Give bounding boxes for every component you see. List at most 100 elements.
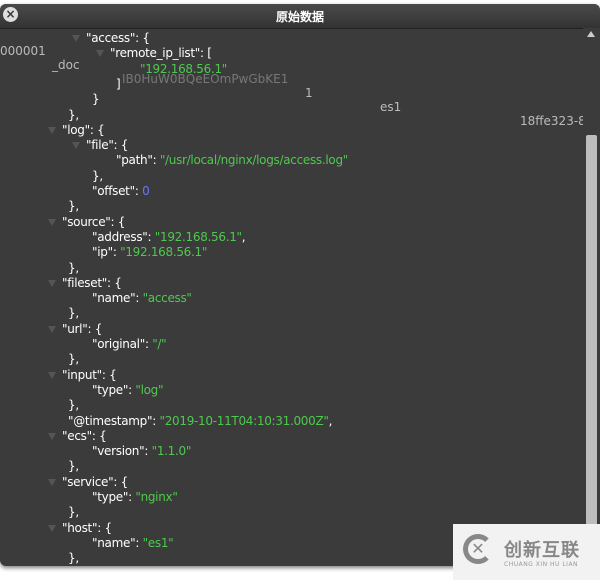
json-line: "@timestamp": "2019-10-11T04:10:31.000Z"… (68, 414, 332, 429)
json-punct: }, (68, 551, 79, 566)
json-punct: : { (113, 474, 128, 489)
json-punct: }, (68, 459, 79, 474)
json-line: } (92, 92, 100, 107)
collapse-arrow-icon[interactable] (48, 524, 56, 532)
json-line: "original": "/" (92, 337, 167, 352)
json-value: "1.1.0" (151, 444, 192, 459)
collapse-arrow-icon[interactable] (72, 35, 80, 42)
json-punct: : { (97, 520, 112, 535)
json-line: "service": { (48, 475, 128, 490)
json-line: "name": "es1" (92, 535, 174, 551)
json-value: "log" (135, 382, 164, 397)
json-line: "address": "192.168.56.1", (92, 229, 246, 245)
watermark-en: CHUANG XIN HU LIAN (504, 561, 579, 568)
logo-icon: ✕ (463, 534, 493, 564)
json-comma: , (328, 413, 333, 428)
json-value: "192.168.56.1" (140, 61, 227, 76)
collapse-arrow-icon[interactable] (48, 478, 56, 486)
json-line: }, (92, 169, 103, 184)
json-key: source (67, 214, 106, 229)
raw-data-dialog: × 原始数据 000001 _doc IB0HuW0BQeEOmPwGbKE1 … (0, 4, 600, 566)
collapse-arrow-icon[interactable] (96, 50, 104, 58)
collapse-arrow-icon[interactable] (72, 142, 80, 150)
json-key: fileset (67, 275, 102, 290)
json-line: "version": "1.1.0" (92, 444, 191, 459)
json-punct: } (92, 92, 100, 107)
json-line: }, (68, 261, 79, 276)
json-punct: }, (68, 505, 79, 520)
json-line: "file": { (72, 138, 128, 153)
json-key: path (121, 153, 148, 168)
json-line: }, (68, 199, 79, 214)
json-key: type (97, 490, 123, 504)
collapse-arrow-icon[interactable] (48, 218, 56, 226)
json-punct: : (152, 153, 160, 168)
json-key: @timestamp (73, 413, 147, 428)
json-value: "es1" (142, 535, 174, 550)
json-punct: }, (92, 168, 103, 183)
json-line: }, (68, 108, 79, 123)
json-value: "2019-10-11T04:10:31.000Z" (159, 413, 329, 428)
json-value: "192.168.56.1" (154, 229, 242, 244)
json-punct: }, (68, 398, 79, 413)
scrollbar[interactable] (583, 28, 600, 566)
collapse-arrow-icon[interactable] (48, 126, 56, 134)
json-line: }, (68, 459, 79, 474)
json-line: "type": "nginx" (92, 490, 178, 505)
collapse-arrow-icon[interactable] (48, 371, 56, 379)
json-line: "offset": 0 (92, 184, 150, 199)
json-punct: ] (116, 76, 121, 91)
json-key: name (97, 291, 131, 306)
json-comma: , (241, 229, 246, 244)
json-viewer: "access": {"remote_ip_list": ["192.168.5… (0, 28, 583, 566)
json-key: version (97, 444, 140, 459)
json-punct: : { (87, 321, 103, 336)
json-key: input (67, 367, 97, 382)
json-value: "/" (152, 337, 167, 351)
json-line: "192.168.56.1" (140, 62, 227, 77)
json-value: "access" (142, 291, 192, 306)
json-line: "type": "log" (92, 383, 163, 398)
collapse-arrow-icon[interactable] (48, 432, 56, 440)
scroll-up-icon[interactable] (587, 31, 595, 37)
json-punct: }, (68, 260, 79, 275)
json-line: "fileset": { (48, 276, 122, 291)
json-line: "remote_ip_list": [ (96, 46, 212, 61)
json-line: "source": { (48, 215, 125, 230)
title-bar[interactable]: × 原始数据 (0, 4, 600, 29)
json-line: "log": { (48, 122, 105, 138)
json-key: file (91, 138, 109, 153)
json-key: service (67, 474, 109, 489)
collapse-arrow-icon[interactable] (48, 279, 56, 287)
json-punct: : { (101, 367, 117, 382)
json-line: "host": { (48, 521, 112, 536)
json-line: "ecs": { (48, 428, 107, 444)
json-punct: : { (89, 122, 105, 137)
json-punct: : { (91, 428, 107, 443)
json-punct: }, (68, 199, 79, 214)
json-value: "nginx" (135, 490, 178, 504)
json-line: }, (68, 398, 79, 413)
watermark-logo: ✕ 创新互联 CHUANG XIN HU LIAN (453, 524, 600, 580)
json-value: "192.168.56.1" (120, 245, 208, 260)
json-line: "name": "access" (92, 291, 192, 306)
json-key: type (97, 382, 123, 397)
json-punct: : (144, 444, 152, 459)
json-punct: : { (110, 214, 126, 229)
json-key: name (97, 535, 131, 550)
json-punct: : (135, 535, 143, 550)
json-line: }, (68, 551, 79, 566)
json-line: }, (68, 352, 79, 367)
scrollbar-thumb[interactable] (586, 135, 597, 525)
json-key: ip (97, 245, 108, 260)
json-punct: : { (106, 275, 122, 290)
json-punct: }, (68, 352, 79, 367)
json-value: "/usr/local/nginx/logs/access.log" (159, 153, 348, 168)
json-punct: : (134, 184, 143, 198)
json-key: offset (97, 184, 130, 198)
collapse-arrow-icon[interactable] (48, 325, 56, 333)
json-key: original (97, 337, 140, 351)
json-line: "ip": "192.168.56.1" (92, 245, 207, 260)
json-punct: : (135, 291, 143, 306)
json-line: }, (68, 505, 79, 520)
